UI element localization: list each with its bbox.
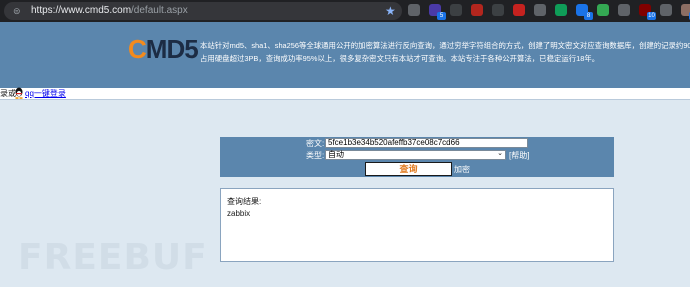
cube-icon[interactable]: 8 [576,4,593,20]
puzzle-piece-icon[interactable] [618,4,630,16]
type-label: 类型: [306,151,325,160]
diamond-icon[interactable] [450,4,462,16]
hash-input[interactable]: 5fce1b3e34b520afeffb37ce08c7cd66 [325,138,528,148]
pinwheel-icon[interactable] [513,4,525,16]
url-host: https://www.cmd5.com [31,5,132,16]
site-header: CMD5 本站针对md5、sha1、sha256等全球通用公开的加密算法进行反向… [0,22,690,88]
flag-icon[interactable] [597,4,609,16]
extension-badge: 8 [584,12,593,20]
browser-toolbar: ⊜ https://www.cmd5.com/default.aspx ★ 5 8… [0,0,690,22]
freebuf-watermark: FREEBUF [18,237,208,278]
qq-login-link[interactable]: qq一键登录 [25,88,66,100]
login-bar: 录或 qq一键登录 [0,87,690,100]
shield-icon[interactable] [534,4,546,16]
puzzle-icon[interactable]: 5 [429,4,446,20]
query-form: 密文: 5fce1b3e34b520afeffb37ce08c7cd66 类型:… [220,137,614,177]
result-panel: 查询结果: zabbix [220,188,614,262]
type-selected-value: 自动 [328,150,344,159]
encrypt-link[interactable]: 加密 [454,165,470,175]
spreadsheet-icon[interactable] [555,4,567,16]
result-value: zabbix [227,209,251,218]
logo-md5: MD5 [145,34,199,64]
cmd5-logo[interactable]: CMD5 [128,34,199,64]
hash-label: 密文: [306,139,325,148]
avatar-icon[interactable]: 16 [681,4,690,20]
qq-penguin-icon[interactable] [14,87,24,99]
description-line-1: 本站针对md5、sha1、sha256等全球通用公开的加密算法进行反向查询，通过… [200,41,690,50]
lines-icon[interactable] [660,4,672,16]
help-link[interactable]: [帮助] [509,151,529,161]
site-info-icon[interactable]: ⊜ [13,6,23,16]
record-icon[interactable] [408,4,420,16]
url-text[interactable]: https://www.cmd5.com/default.aspx [31,4,188,18]
query-button[interactable]: 查询 [365,162,452,176]
bookmark-icon[interactable] [492,4,504,16]
x-icon[interactable] [471,4,483,16]
extension-badge: 10 [647,12,656,20]
address-bar[interactable]: ⊜ https://www.cmd5.com/default.aspx ★ [4,2,402,20]
site-description: 本站针对md5、sha1、sha256等全球通用公开的加密算法进行反向查询，通过… [200,39,690,65]
ublock-icon[interactable]: 10 [639,4,656,20]
type-select[interactable]: 自动 ⌄ [325,150,506,160]
bookmark-star-icon[interactable]: ★ [385,4,396,18]
extension-badge: 5 [437,12,446,20]
url-path: /default.aspx [131,5,188,16]
chevron-down-icon: ⌄ [497,150,503,157]
description-line-2: 占用硬盘超过3PB，查询成功率95%以上，很多复杂密文只有本站才可查询。本站专注… [200,54,600,63]
logo-c: C [128,34,147,64]
result-label: 查询结果: [227,197,262,206]
